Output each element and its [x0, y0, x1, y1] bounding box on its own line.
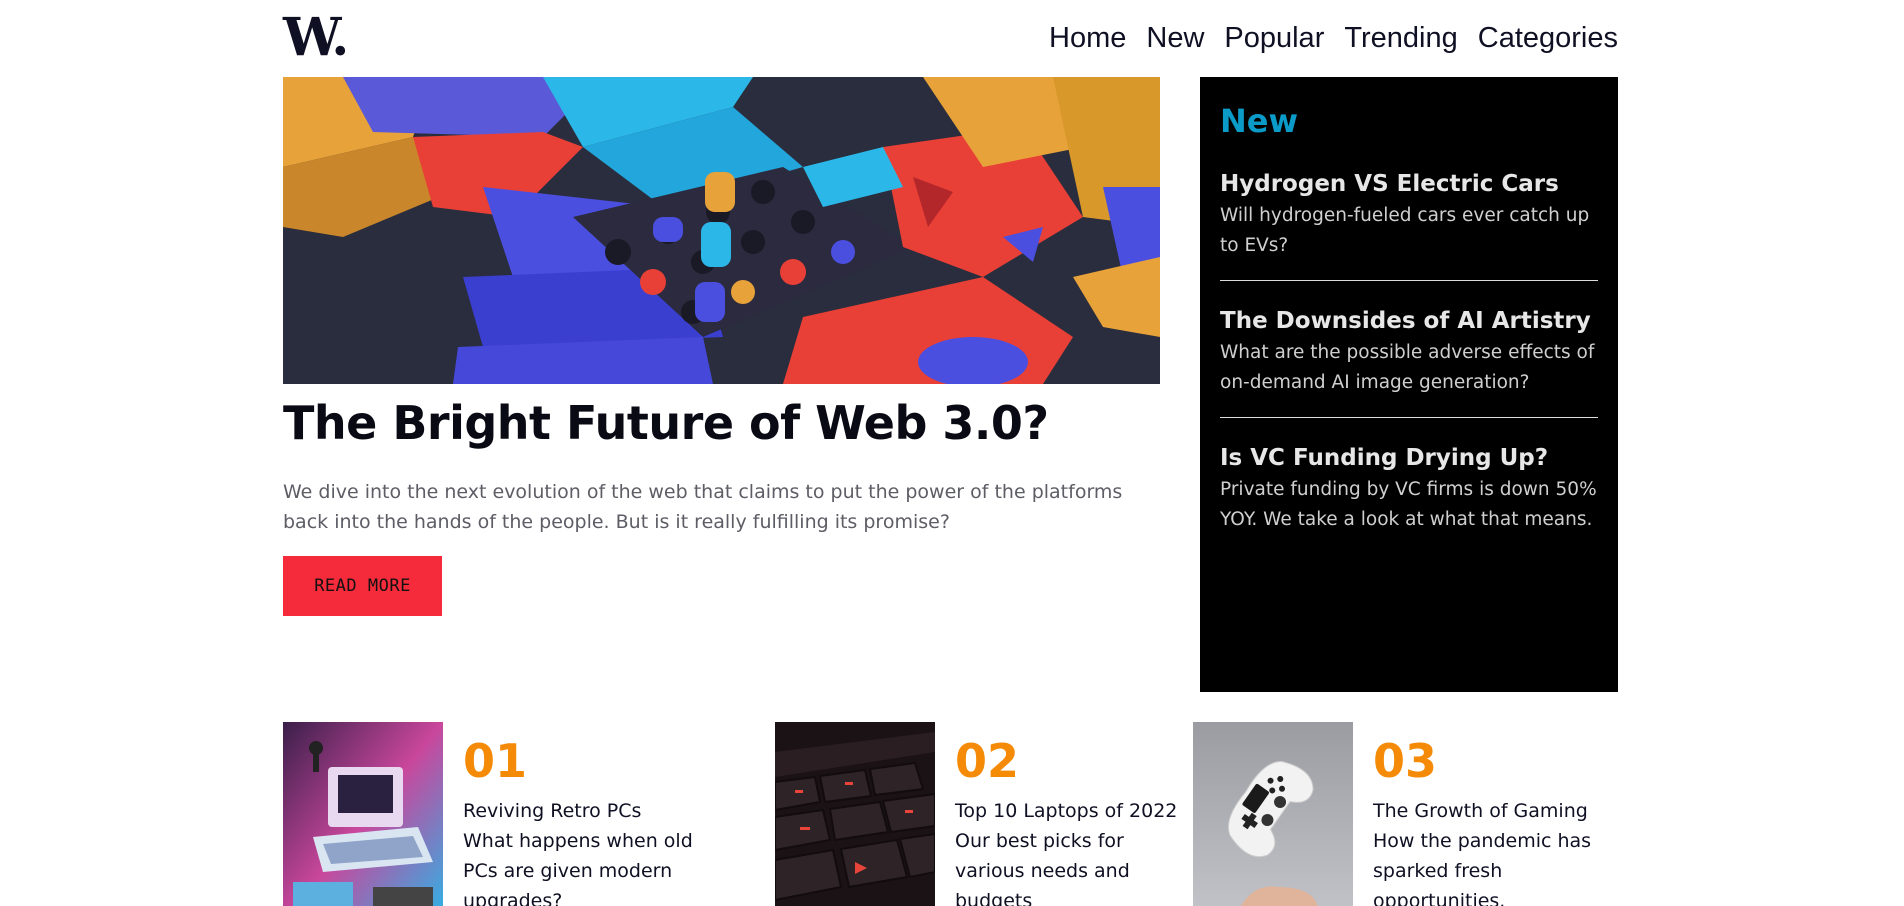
- article-description: What happens when old PCs are given mode…: [463, 830, 693, 906]
- new-articles-panel: New Hydrogen VS Electric Cars Will hydro…: [1200, 77, 1618, 692]
- new-item[interactable]: Is VC Funding Drying Up? Private funding…: [1220, 443, 1598, 535]
- nav-popular[interactable]: Popular: [1224, 18, 1324, 58]
- site-logo[interactable]: W.: [283, 8, 349, 68]
- nav-categories[interactable]: Categories: [1478, 18, 1618, 58]
- article-description: Our best picks for various needs and bud…: [955, 830, 1130, 906]
- nav-trending[interactable]: Trending: [1344, 18, 1457, 58]
- article-title[interactable]: The Growth of Gaming: [1373, 796, 1588, 826]
- page: W. Home New Popular Trending Categories: [0, 0, 1904, 906]
- hero-description: We dive into the next evolution of the w…: [283, 481, 1123, 533]
- article-number: 03: [1373, 734, 1438, 788]
- article-number: 01: [463, 734, 528, 788]
- article-description: How the pandemic has sparked fresh oppor…: [1373, 830, 1592, 906]
- article-title[interactable]: Reviving Retro PCs: [463, 796, 641, 826]
- new-item[interactable]: Hydrogen VS Electric Cars Will hydrogen-…: [1220, 169, 1598, 261]
- retro-pc-image: [283, 722, 443, 906]
- new-item-title[interactable]: Is VC Funding Drying Up?: [1220, 443, 1598, 473]
- main-nav: Home New Popular Trending Categories: [1049, 18, 1618, 58]
- nav-new[interactable]: New: [1146, 18, 1204, 58]
- divider: [1220, 417, 1598, 418]
- new-item-description: Will hydrogen-fueled cars ever catch up …: [1220, 205, 1590, 256]
- article-number: 02: [955, 734, 1020, 788]
- new-item-description: Private funding by VC firms is down 50% …: [1220, 479, 1597, 530]
- hero-image[interactable]: [283, 77, 1160, 384]
- new-item-title[interactable]: Hydrogen VS Electric Cars: [1220, 169, 1598, 199]
- keyboard-image: [775, 722, 935, 906]
- new-item-description: What are the possible adverse effects of…: [1220, 342, 1595, 393]
- new-item[interactable]: The Downsides of AI Artistry What are th…: [1220, 306, 1598, 398]
- hero-title[interactable]: The Bright Future of Web 3.0?: [283, 393, 1049, 453]
- new-panel-heading: New: [1220, 102, 1299, 140]
- article-title[interactable]: Top 10 Laptops of 2022: [955, 796, 1177, 826]
- abstract-3d-blocks-image: [283, 77, 1160, 384]
- game-controller-image: [1193, 722, 1353, 906]
- article-thumbnail[interactable]: [775, 722, 935, 906]
- article-thumbnail[interactable]: [283, 722, 443, 906]
- read-more-button[interactable]: READ MORE: [283, 556, 442, 616]
- article-thumbnail[interactable]: [1193, 722, 1353, 906]
- divider: [1220, 280, 1598, 281]
- new-item-title[interactable]: The Downsides of AI Artistry: [1220, 306, 1598, 336]
- nav-home[interactable]: Home: [1049, 18, 1126, 58]
